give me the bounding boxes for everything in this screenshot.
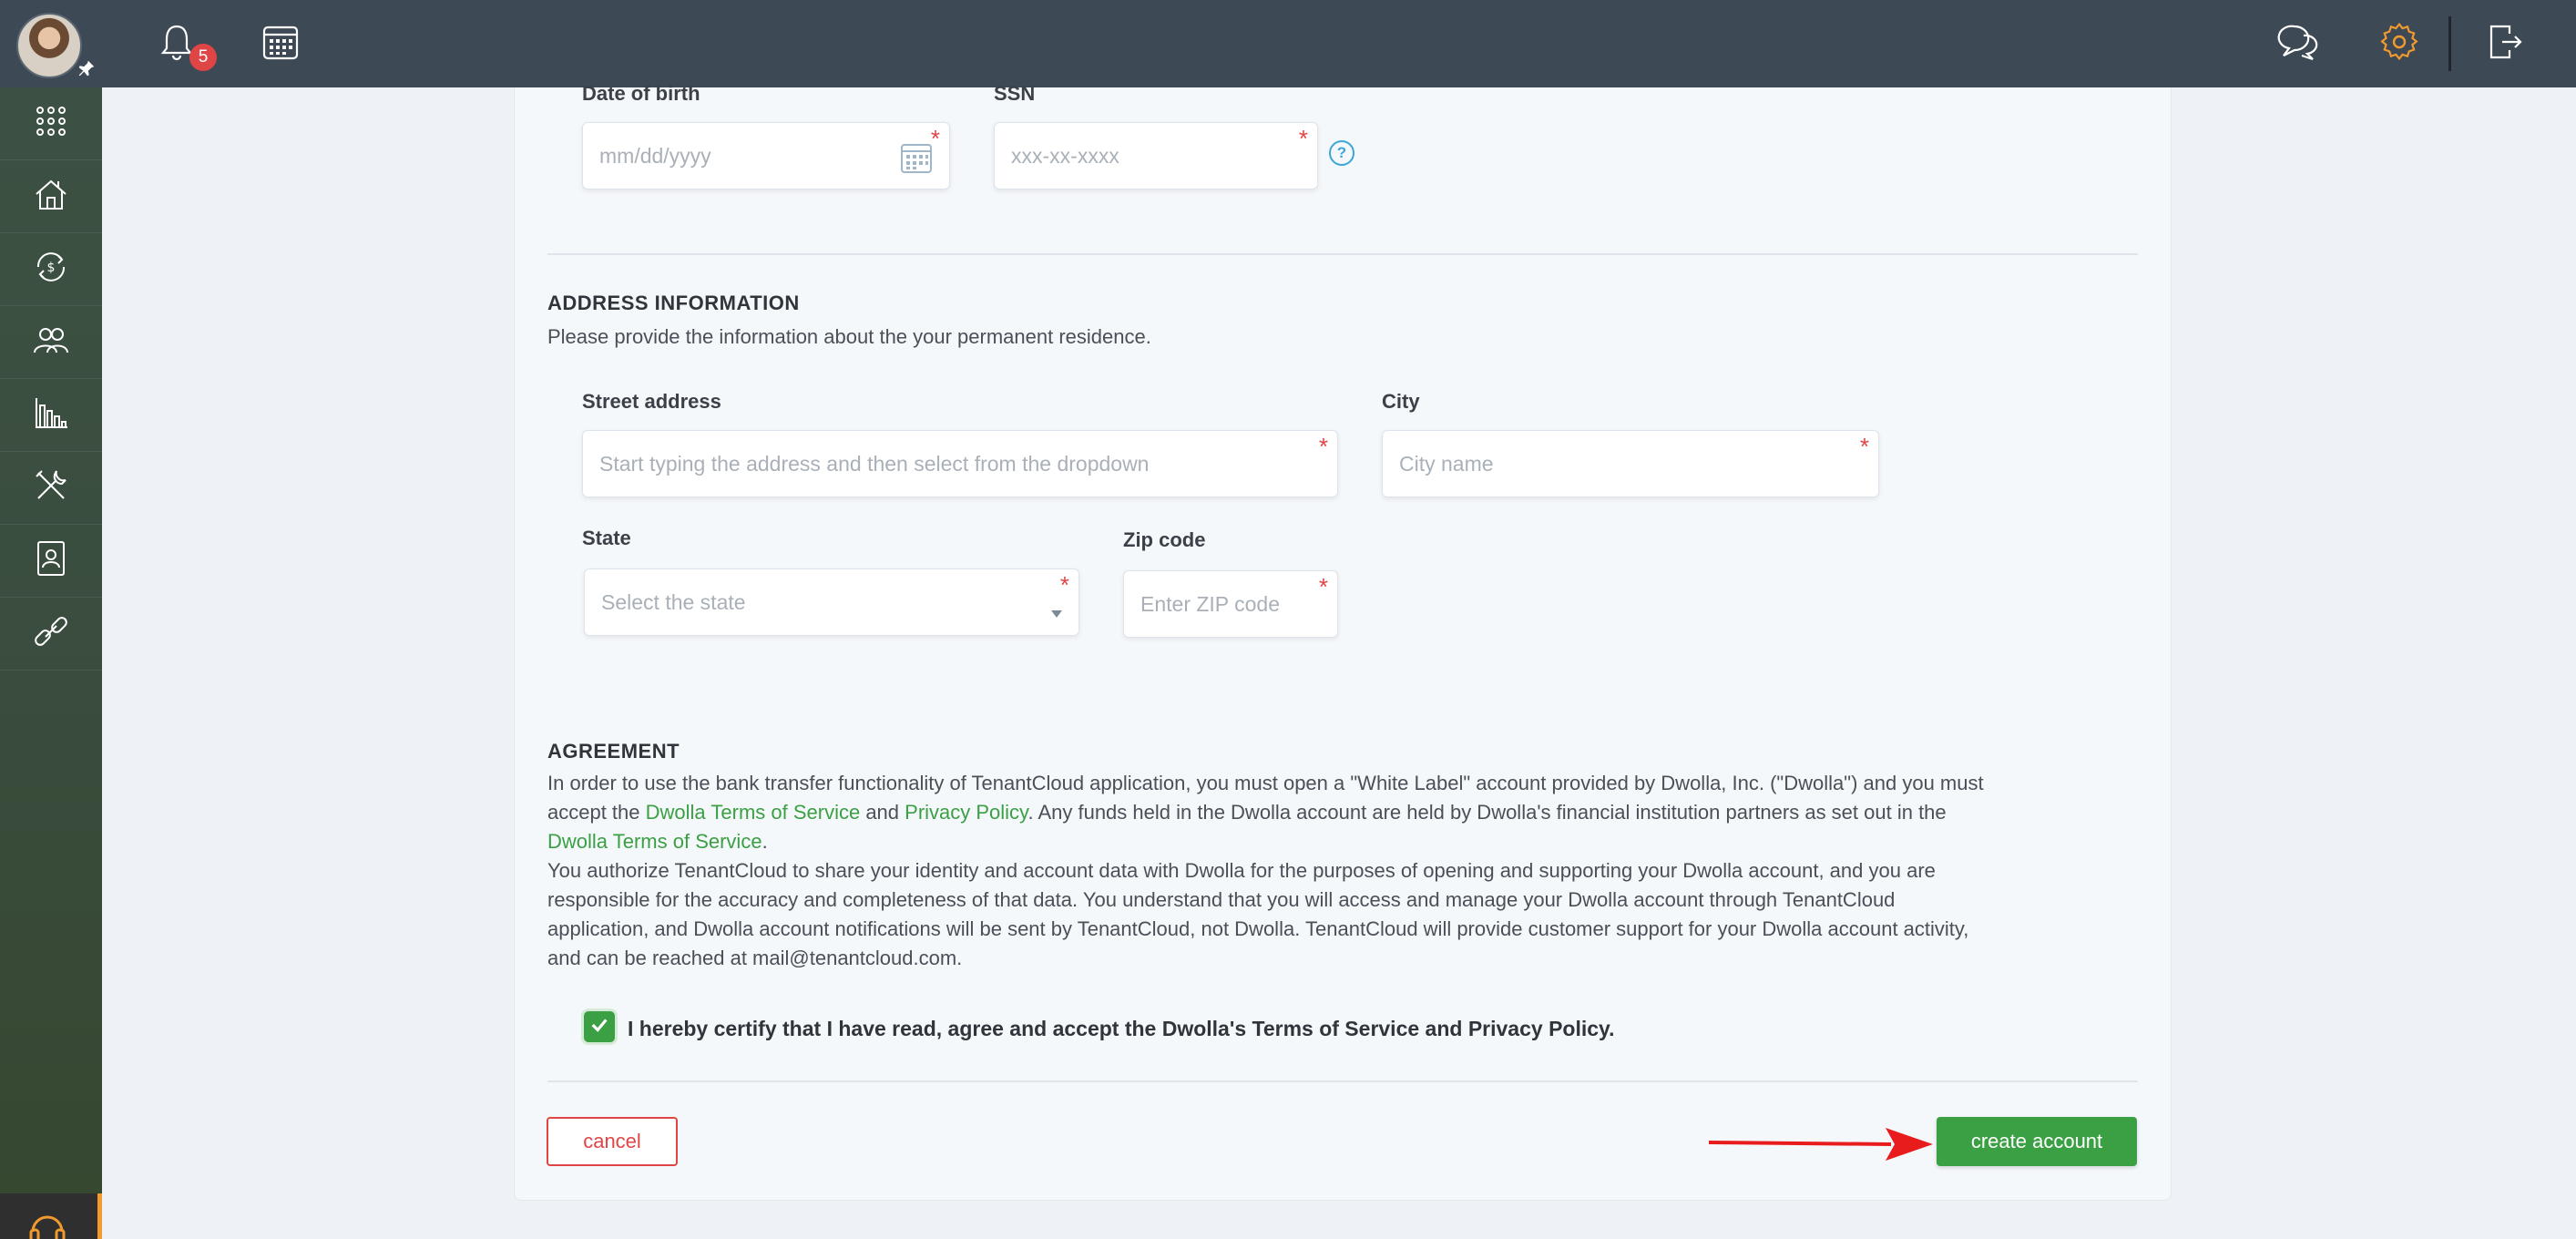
dob-field[interactable]: mm/dd/yyyy * [582,122,950,189]
street-address-input[interactable]: Start typing the address and then select… [582,430,1338,497]
required-marker: * [1298,125,1308,152]
links-icon [31,611,71,656]
sidebar-item-support[interactable] [0,1193,102,1239]
state-placeholder: Select the state [601,589,746,614]
street-placeholder: Start typing the address and then select… [599,451,1150,476]
street-label: Street address [582,390,721,413]
agreement-text-fragment: . [762,830,768,853]
topbar: 5 [102,0,2576,87]
logout-icon [2484,21,2526,67]
documents-icon [31,538,71,583]
certify-checkbox[interactable] [584,1011,615,1042]
calendar-button[interactable] [255,18,306,69]
cancel-button[interactable]: cancel [547,1117,678,1166]
city-input[interactable]: City name * [1382,430,1879,497]
contacts-icon [31,320,71,364]
headset-icon [27,1206,67,1239]
section-divider [547,253,2138,255]
maintenance-icon [31,466,71,510]
sidebar-item-links[interactable] [0,598,102,671]
pin-icon[interactable] [77,58,97,78]
dwolla-terms-link-2[interactable]: Dwolla Terms of Service [547,830,762,853]
zip-placeholder: Enter ZIP code [1140,591,1280,616]
agreement-text-fragment: . Any funds held in the Dwolla account a… [1027,801,1947,824]
address-section-title: ADDRESS INFORMATION [547,292,800,314]
agreement-text-fragment: accept the [547,801,646,824]
address-description: Please provide the information about the… [547,325,1151,348]
logout-button[interactable] [2479,18,2530,69]
agreement-line: In order to use the bank transfer functi… [547,772,1984,794]
reports-icon [31,393,71,437]
agreement-line: You authorize TenantCloud to share your … [547,859,1936,882]
dropdown-caret-icon [1051,599,1062,623]
sidebar-item-maintenance[interactable] [0,452,102,525]
city-placeholder: City name [1399,451,1494,476]
required-marker: * [1859,433,1869,460]
payments-icon: $ [31,247,71,292]
required-marker: * [1318,573,1328,600]
agreement-text: In order to use the bank transfer functi… [547,769,2151,973]
create-account-button[interactable]: create account [1937,1117,2137,1166]
agreement-line: accept the Dwolla Terms of Service and P… [547,798,2151,827]
properties-icon [31,174,71,219]
red-arrow-annotation [1709,1128,1933,1161]
svg-text:$: $ [47,261,56,275]
chat-icon [2276,21,2318,67]
privacy-policy-link[interactable]: Privacy Policy [905,801,1027,824]
state-label: State [582,527,631,549]
sidebar-item-reports[interactable] [0,379,102,452]
ssn-help-icon[interactable]: ? [1329,140,1354,166]
ssn-label: SSN [994,82,1036,105]
city-label: City [1382,390,1420,413]
zip-label: Zip code [1123,528,1206,551]
sidebar-item-contacts[interactable] [0,306,102,379]
sidebar-item-documents[interactable] [0,525,102,598]
sidebar-item-apps[interactable] [0,87,102,160]
ssn-placeholder: xxx-xx-xxxx [1011,143,1119,168]
calendar-icon [260,21,302,67]
agreement-text-fragment: and [860,801,905,824]
sidebar: $ [0,0,102,1239]
calendar-picker-icon[interactable] [900,141,933,179]
sidebar-header [0,0,102,87]
messages-button[interactable] [2272,18,2323,69]
checkmark-icon [589,1015,609,1039]
dwolla-terms-link[interactable]: Dwolla Terms of Service [646,801,861,824]
ssn-field[interactable]: xxx-xx-xxxx * [994,122,1318,189]
dob-label: Date of birth [582,82,700,105]
agreement-line: Dwolla Terms of Service. [547,827,2151,856]
sidebar-item-properties[interactable] [0,160,102,233]
settings-button[interactable] [2374,18,2425,69]
account-form-card: Date of birth mm/dd/yyyy * SSN xxx-xx-xx… [514,82,2172,1201]
required-marker: * [1059,571,1069,599]
required-marker: * [1318,433,1328,460]
topbar-divider [2448,16,2451,71]
avatar[interactable] [16,13,82,78]
agreement-section-title: AGREEMENT [547,740,680,763]
state-select[interactable]: Select the state * [584,568,1079,636]
apps-grid-icon [31,101,71,146]
sidebar-item-payments[interactable]: $ [0,233,102,306]
section-divider [547,1080,2138,1082]
gear-icon [2378,21,2420,67]
agreement-line: and can be reached at mail@tenantcloud.c… [547,947,963,969]
certify-label[interactable]: I hereby certify that I have read, agree… [628,1017,1615,1041]
agreement-line: application, and Dwolla account notifica… [547,917,1969,940]
agreement-line: responsible for the accuracy and complet… [547,888,1896,911]
dob-placeholder: mm/dd/yyyy [599,143,711,168]
zip-input[interactable]: Enter ZIP code * [1123,570,1338,638]
notification-count-badge: 5 [189,44,217,71]
